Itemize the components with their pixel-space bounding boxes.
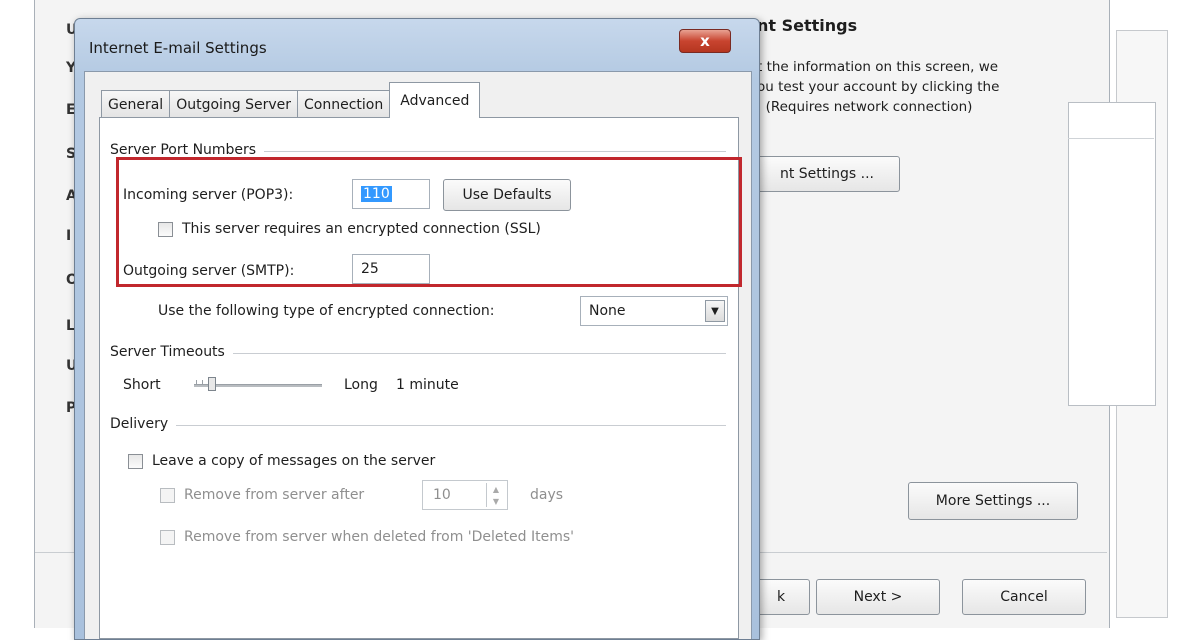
edge-letter: I bbox=[66, 228, 72, 244]
tab-connection[interactable]: Connection bbox=[297, 90, 391, 118]
internet-email-settings-dialog: Internet E-mail Settings x General Outgo… bbox=[74, 18, 760, 640]
timeout-value-label: 1 minute bbox=[396, 377, 459, 393]
incoming-port-value: 110 bbox=[361, 186, 392, 202]
incoming-port-input[interactable]: 110 bbox=[352, 179, 430, 209]
days-label: days bbox=[530, 487, 564, 503]
delivery-label: Delivery bbox=[110, 416, 177, 432]
more-settings-button[interactable]: More Settings ... bbox=[908, 482, 1078, 520]
leave-copy-label: Leave a copy of messages on the server bbox=[152, 453, 436, 469]
remove-after-days-value: 10 bbox=[433, 487, 451, 503]
close-icon: x bbox=[700, 32, 710, 50]
test-results-header bbox=[1068, 102, 1154, 139]
encryption-type-select[interactable]: None ▼ bbox=[580, 296, 728, 326]
slider-tick bbox=[196, 380, 197, 385]
stepper-buttons[interactable]: ▲ ▼ bbox=[486, 483, 505, 507]
incoming-server-label: Incoming server (POP3): bbox=[123, 187, 294, 203]
test-account-settings-heading: nt Settings bbox=[757, 16, 858, 35]
encryption-type-value: None bbox=[589, 303, 626, 319]
chevron-up-icon[interactable]: ▲ bbox=[493, 485, 499, 494]
advanced-tab-page: Server Port Numbers Incoming server (POP… bbox=[99, 117, 739, 639]
encryption-type-label: Use the following type of encrypted conn… bbox=[158, 303, 495, 319]
server-timeouts-label: Server Timeouts bbox=[110, 344, 233, 360]
slider-tick bbox=[202, 380, 203, 385]
server-port-numbers-label: Server Port Numbers bbox=[110, 142, 265, 158]
tab-advanced[interactable]: Advanced bbox=[389, 82, 481, 118]
outgoing-port-input[interactable]: 25 bbox=[352, 254, 430, 284]
timeout-long-label: Long bbox=[344, 377, 378, 393]
close-button[interactable]: x bbox=[679, 29, 731, 53]
timeout-slider-thumb[interactable] bbox=[208, 377, 216, 391]
remove-deleted-label: Remove from server when deleted from 'De… bbox=[184, 529, 574, 545]
dialog-title: Internet E-mail Settings bbox=[89, 39, 267, 57]
dialog-body: General Outgoing Server Connection Advan… bbox=[84, 71, 752, 639]
remove-after-days-stepper[interactable]: 10 ▲ ▼ bbox=[422, 480, 508, 510]
outgoing-server-label: Outgoing server (SMTP): bbox=[123, 263, 295, 279]
test-account-info-text: t the information on this screen, we ou … bbox=[757, 59, 1000, 115]
test-results-panel bbox=[1068, 102, 1156, 406]
remove-after-checkbox[interactable] bbox=[160, 488, 175, 503]
tab-strip: General Outgoing Server Connection Advan… bbox=[101, 82, 481, 118]
next-button[interactable]: Next > bbox=[816, 579, 940, 615]
timeout-short-label: Short bbox=[123, 377, 161, 393]
use-defaults-button[interactable]: Use Defaults bbox=[443, 179, 571, 211]
back-button[interactable]: k bbox=[752, 579, 810, 615]
leave-copy-checkbox[interactable] bbox=[128, 454, 143, 469]
tab-outgoing-server[interactable]: Outgoing Server bbox=[169, 90, 299, 118]
tab-general[interactable]: General bbox=[101, 90, 171, 118]
remove-deleted-checkbox[interactable] bbox=[160, 530, 175, 545]
group-divider bbox=[110, 425, 726, 426]
chevron-down-icon[interactable]: ▼ bbox=[705, 300, 725, 322]
cancel-button[interactable]: Cancel bbox=[962, 579, 1086, 615]
test-account-settings-button[interactable]: nt Settings ... bbox=[754, 156, 900, 192]
chevron-down-icon[interactable]: ▼ bbox=[493, 497, 499, 506]
ssl-checkbox-label: This server requires an encrypted connec… bbox=[182, 221, 541, 237]
ssl-checkbox[interactable] bbox=[158, 222, 173, 237]
remove-after-label: Remove from server after bbox=[184, 487, 365, 503]
